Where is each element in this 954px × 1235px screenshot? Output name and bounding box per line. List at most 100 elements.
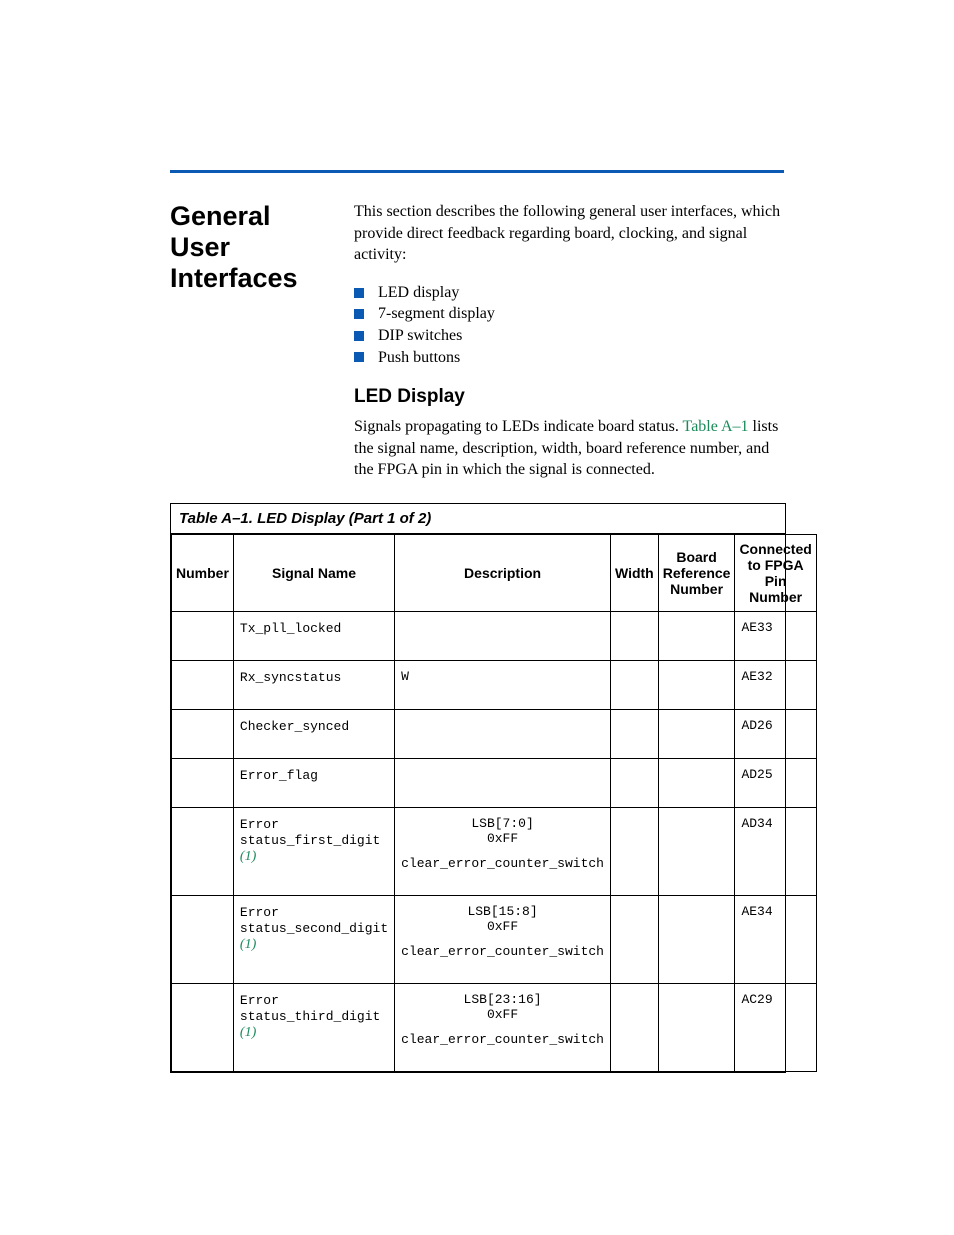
- cell-description: [395, 759, 611, 808]
- desc-line-1: LSB[7:0]: [401, 816, 604, 831]
- cell-number: [172, 612, 234, 661]
- signal-note: (1): [240, 849, 256, 864]
- table-header-row: Number Signal Name Description Width Boa…: [172, 534, 817, 611]
- cell-description: [395, 710, 611, 759]
- signal-name-text: Error_flag: [240, 768, 318, 783]
- cell-board-ref: [658, 759, 735, 808]
- cell-board-ref: [658, 710, 735, 759]
- cell-board-ref: [658, 808, 735, 896]
- cell-signal-name: Error_flag: [233, 759, 394, 808]
- bullet-text: DIP switches: [378, 325, 462, 347]
- col-header-signal: Signal Name: [233, 534, 394, 611]
- col-header-description: Description: [395, 534, 611, 611]
- cell-number: [172, 759, 234, 808]
- table-row: Error status_first_digit(1) LSB[7:0]0xFF c…: [172, 808, 817, 896]
- cell-board-ref: [658, 896, 735, 984]
- bullet-item: Push buttons: [354, 347, 784, 369]
- cell-fpga-pin: AE33: [735, 612, 816, 661]
- cell-signal-name: Checker_synced: [233, 710, 394, 759]
- table-row: Checker_synced AD26: [172, 710, 817, 759]
- col-header-board-ref: Board Reference Number: [658, 534, 735, 611]
- cell-signal-name: Rx_syncstatus: [233, 661, 394, 710]
- cell-number: [172, 661, 234, 710]
- signal-name-text: Checker_synced: [240, 719, 349, 734]
- signal-name-text: Rx_syncstatus: [240, 670, 341, 685]
- desc-line-2: 0xFF: [401, 831, 604, 846]
- table-title: Table A–1. LED Display (Part 1 of 2): [171, 504, 785, 534]
- cell-description: LSB[7:0]0xFF clear_error_counter_switch: [395, 808, 611, 896]
- cell-board-ref: [658, 612, 735, 661]
- section-heading: General User Interfaces: [170, 201, 332, 294]
- square-bullet-icon: [354, 288, 364, 298]
- desc-line-1: LSB[15:8]: [401, 904, 604, 919]
- cell-number: [172, 808, 234, 896]
- cell-description: LSB[15:8]0xFF clear_error_counter_switch: [395, 896, 611, 984]
- table-row: Error status_third_digit(1)LSB[23:16]0xF…: [172, 984, 817, 1072]
- cell-description: LSB[23:16]0xFF clear_error_counter_switch: [395, 984, 611, 1072]
- left-column: General User Interfaces: [170, 201, 332, 503]
- cell-width: [610, 710, 658, 759]
- square-bullet-icon: [354, 309, 364, 319]
- cell-signal-name: Error status_third_digit(1): [233, 984, 394, 1072]
- bullet-item: LED display: [354, 282, 784, 304]
- col-header-width: Width: [610, 534, 658, 611]
- led-display-table: Number Signal Name Description Width Boa…: [171, 534, 817, 1072]
- cell-number: [172, 896, 234, 984]
- signal-note: (1): [240, 1025, 256, 1040]
- cell-fpga-pin: AE32: [735, 661, 816, 710]
- bullet-list: LED display 7-segment display DIP switch…: [354, 282, 784, 368]
- signal-name-text: Error status_third_digit: [240, 993, 380, 1024]
- desc-line-3: clear_error_counter_switch: [401, 944, 604, 959]
- cell-signal-name: Error status_second_digit(1): [233, 896, 394, 984]
- cell-fpga-pin: AD25: [735, 759, 816, 808]
- table-row: Tx_pll_locked AE33: [172, 612, 817, 661]
- cross-reference-link[interactable]: Table A–1: [683, 418, 749, 435]
- bullet-item: DIP switches: [354, 325, 784, 347]
- signal-name-text: Error status_second_digit: [240, 905, 388, 936]
- desc-line-3: clear_error_counter_switch: [401, 1032, 604, 1047]
- bullet-text: 7-segment display: [378, 303, 495, 325]
- table-row: Error status_second_digit(1)LSB[15:8]0xF…: [172, 896, 817, 984]
- cell-board-ref: [658, 661, 735, 710]
- cell-width: [610, 661, 658, 710]
- cell-description: W: [395, 661, 611, 710]
- table-row: Rx_syncstatus W AE32: [172, 661, 817, 710]
- document-page: General User Interfaces This section des…: [0, 0, 954, 1153]
- square-bullet-icon: [354, 331, 364, 341]
- table-body: Tx_pll_lockedAE33Rx_syncstatusWAE32Check…: [172, 612, 817, 1072]
- col-header-number: Number: [172, 534, 234, 611]
- body-paragraph: Signals propagating to LEDs indicate boa…: [354, 416, 784, 481]
- cell-width: [610, 808, 658, 896]
- cell-number: [172, 710, 234, 759]
- desc-line-3: clear_error_counter_switch: [401, 856, 604, 871]
- desc-line-2: 0xFF: [401, 919, 604, 934]
- horizontal-rule: [170, 170, 784, 173]
- signal-name-text: Error status_first_digit: [240, 817, 380, 848]
- cell-description: [395, 612, 611, 661]
- cell-fpga-pin: AE34: [735, 896, 816, 984]
- bullet-text: Push buttons: [378, 347, 460, 369]
- subheading-led-display: LED Display: [354, 386, 784, 408]
- cell-width: [610, 759, 658, 808]
- intro-paragraph: This section describes the following gen…: [354, 201, 784, 266]
- cell-fpga-pin: AD34: [735, 808, 816, 896]
- cell-width: [610, 896, 658, 984]
- right-column: This section describes the following gen…: [354, 201, 784, 503]
- signal-name-text: Tx_pll_locked: [240, 621, 341, 636]
- body-text-pre: Signals propagating to LEDs indicate boa…: [354, 418, 683, 435]
- table-wrapper: Table A–1. LED Display (Part 1 of 2) Num…: [170, 503, 786, 1073]
- cell-width: [610, 984, 658, 1072]
- cell-fpga-pin: AC29: [735, 984, 816, 1072]
- desc-line-1: LSB[23:16]: [401, 992, 604, 1007]
- bullet-text: LED display: [378, 282, 459, 304]
- table-row: Error_flag AD25: [172, 759, 817, 808]
- cell-number: [172, 984, 234, 1072]
- col-header-fpga-pin: Connected to FPGA Pin Number: [735, 534, 816, 611]
- cell-fpga-pin: AD26: [735, 710, 816, 759]
- cell-board-ref: [658, 984, 735, 1072]
- cell-signal-name: Tx_pll_locked: [233, 612, 394, 661]
- square-bullet-icon: [354, 352, 364, 362]
- desc-line-2: 0xFF: [401, 1007, 604, 1022]
- content-two-columns: General User Interfaces This section des…: [170, 201, 784, 503]
- bullet-item: 7-segment display: [354, 303, 784, 325]
